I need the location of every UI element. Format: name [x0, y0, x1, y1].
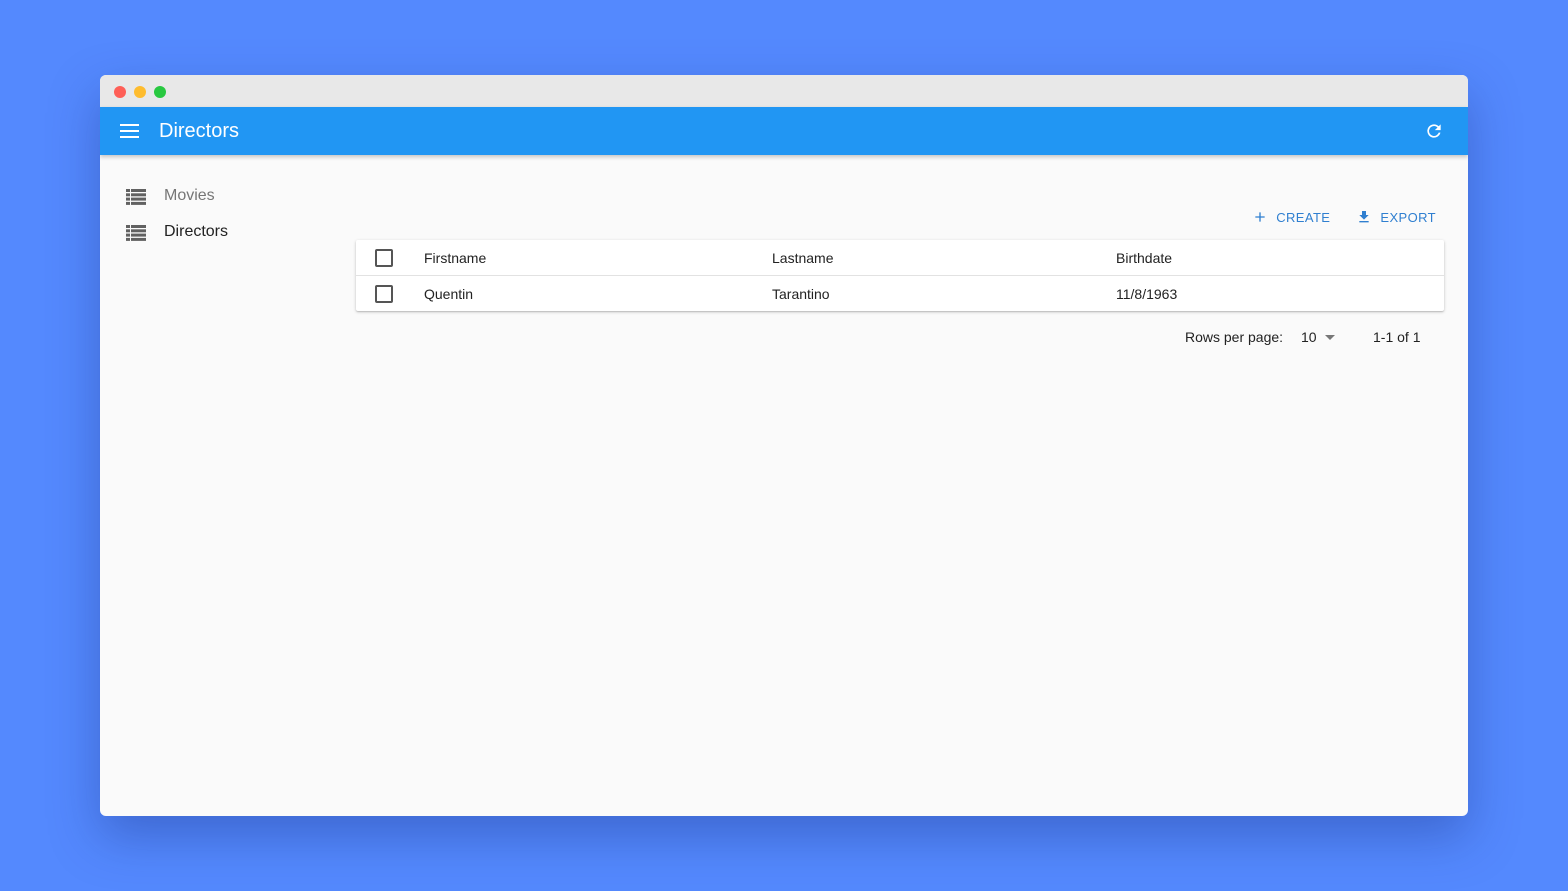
sidebar: Movies Directors [100, 179, 340, 251]
close-window-button[interactable] [114, 86, 126, 98]
browser-window: Directors Movies Directors CREATE EXPORT… [100, 75, 1468, 816]
create-button[interactable]: CREATE [1244, 207, 1338, 227]
cell-birthdate: 11/8/1963 [1116, 286, 1178, 302]
download-icon [1359, 211, 1370, 223]
minimize-window-button[interactable] [134, 86, 146, 98]
app-bar: Directors [100, 107, 1468, 155]
cell-lastname: Tarantino [772, 286, 830, 302]
column-header-firstname[interactable]: Firstname [424, 250, 486, 266]
list-icon [126, 189, 146, 205]
pagination-range: 1-1 of 1 [1373, 329, 1421, 345]
caret-down-icon [1324, 335, 1335, 340]
directors-table: Firstname Lastname Birthdate Quentin Tar… [356, 240, 1444, 311]
table-row[interactable]: Quentin Tarantino 11/8/1963 [356, 276, 1444, 311]
column-header-lastname[interactable]: Lastname [772, 250, 833, 266]
menu-icon[interactable] [120, 124, 139, 138]
column-header-birthdate[interactable]: Birthdate [1116, 250, 1172, 266]
sidebar-item-label: Directors [164, 223, 229, 240]
list-toolbar: CREATE EXPORT [1244, 207, 1444, 227]
export-button-label: EXPORT [1380, 209, 1436, 225]
table-header-row: Firstname Lastname Birthdate [356, 240, 1444, 276]
export-button[interactable]: EXPORT [1348, 207, 1444, 227]
refresh-icon[interactable] [1424, 121, 1444, 141]
sidebar-item-label: Movies [164, 187, 215, 204]
window-titlebar [100, 75, 1468, 107]
list-icon [126, 225, 146, 241]
plus-icon [1255, 212, 1265, 222]
select-all-checkbox[interactable] [375, 249, 393, 267]
rows-per-page-label: Rows per page: [1185, 329, 1284, 345]
sidebar-item-movies[interactable]: Movies [100, 179, 340, 215]
create-button-label: CREATE [1276, 209, 1331, 225]
maximize-window-button[interactable] [154, 86, 166, 98]
row-checkbox[interactable] [375, 285, 393, 303]
rows-per-page-value: 10 [1301, 329, 1317, 345]
cell-firstname: Quentin [424, 286, 474, 302]
page-title: Directors [159, 120, 240, 142]
rows-per-page-select[interactable]: 10 [1301, 329, 1335, 345]
sidebar-item-directors[interactable]: Directors [100, 215, 340, 251]
